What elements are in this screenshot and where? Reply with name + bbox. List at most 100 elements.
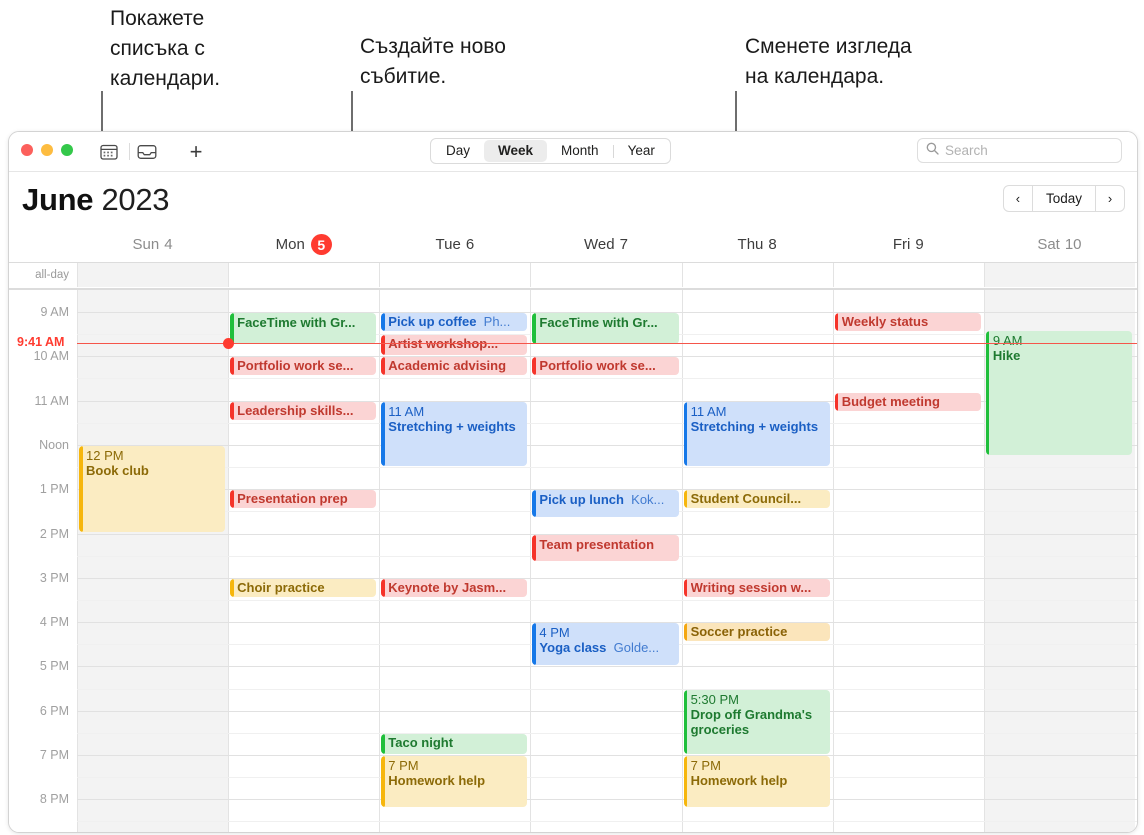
event-color-bar (381, 756, 385, 808)
search-icon (926, 142, 939, 160)
all-day-cell-sat[interactable] (983, 263, 1135, 287)
calendar-event[interactable]: FaceTime with Gr... (230, 313, 377, 345)
event-color-bar (532, 357, 536, 376)
close-window-button[interactable] (21, 144, 33, 156)
event-title: Stretching + weights (388, 418, 516, 434)
day-header-thu[interactable]: Thu 8 (682, 227, 833, 262)
day-column-fri[interactable] (832, 290, 984, 832)
event-color-bar (683, 689, 688, 754)
event-location: Ph... (476, 314, 511, 329)
calendar-event[interactable]: 11 AM Stretching + weights (683, 401, 830, 467)
calendar-event[interactable]: 11 AM Stretching + weights (381, 401, 528, 467)
calendar-event[interactable]: Budget meeting (834, 392, 981, 411)
calendar-event[interactable]: Portfolio work se... (532, 357, 679, 376)
calendar-event[interactable]: Artist workshop... (381, 335, 528, 356)
page-title: June 2023 (22, 182, 170, 218)
hour-label: 10 AM (33, 349, 69, 364)
calendar-event[interactable]: Choir practice (230, 578, 377, 597)
day-header-fri[interactable]: Fri 9 (833, 227, 984, 262)
all-day-cell-fri[interactable] (832, 263, 984, 287)
calendar-event[interactable]: 4 PM Yoga class Golde... (532, 623, 679, 666)
add-event-button[interactable]: + (184, 140, 208, 164)
event-color-bar (683, 490, 688, 509)
event-title: Presentation prep (237, 491, 348, 507)
minimize-window-button[interactable] (41, 144, 53, 156)
hour-label: 9 AM (40, 305, 70, 319)
view-tab-year[interactable]: Year (614, 140, 669, 162)
calendar-list-icon[interactable] (98, 141, 120, 162)
date-navigation: ‹ Today › (1002, 185, 1125, 212)
view-switcher[interactable]: Day Week Month Year (430, 138, 671, 164)
half-hour-gridline (77, 777, 1137, 779)
next-week-button[interactable]: › (1095, 185, 1125, 212)
all-day-cell-sun[interactable] (77, 263, 229, 287)
day-column-sun[interactable] (77, 290, 229, 832)
event-title: Hike (992, 347, 1021, 363)
day-header-name: Thu (737, 236, 764, 253)
calendar-event[interactable]: Keynote by Jasm... (381, 578, 528, 597)
toolbar-divider (129, 143, 130, 160)
day-header-number: 6 (465, 236, 475, 253)
calendar-event[interactable]: Pick up coffee Ph... (381, 313, 528, 331)
calendar-event[interactable]: Soccer practice (683, 623, 830, 642)
hour-gridline (77, 666, 1137, 668)
inbox-icon[interactable] (136, 141, 158, 162)
calendar-event[interactable]: 7 PM Homework help (683, 756, 830, 808)
event-color-bar (532, 623, 536, 666)
event-title: Yoga class Golde... (539, 640, 660, 656)
hour-label: 4 PM (39, 615, 69, 630)
day-header-number: 10 (1064, 236, 1082, 253)
event-color-bar (79, 445, 83, 533)
all-day-cell-mon[interactable] (228, 263, 379, 287)
day-header-name: Fri (892, 236, 911, 253)
calendar-event[interactable]: Taco night (381, 733, 528, 754)
view-tab-day[interactable]: Day (432, 140, 484, 162)
calendar-event[interactable]: FaceTime with Gr... (532, 313, 679, 345)
calendar-event[interactable]: 7 PM Homework help (381, 756, 528, 808)
hour-gridline (77, 799, 1137, 801)
search-field[interactable]: Search (917, 138, 1122, 163)
day-header-wed[interactable]: Wed 7 (530, 227, 681, 262)
calendar-event[interactable]: Academic advising (381, 357, 528, 376)
event-color-bar (683, 756, 688, 808)
event-title: Writing session w... (690, 579, 812, 595)
calendar-event[interactable]: Student Council... (683, 490, 830, 509)
calendar-event[interactable]: Presentation prep (230, 490, 377, 509)
hour-label: Noon (39, 437, 69, 452)
half-hour-gridline (77, 422, 1137, 424)
calendar-event[interactable]: Team presentation (532, 534, 679, 562)
view-tab-month[interactable]: Month (547, 140, 613, 162)
calendar-event[interactable]: 9 AM Hike (985, 330, 1132, 455)
hour-gridline (77, 755, 1137, 756)
calendar-event[interactable]: Portfolio work se... (230, 357, 377, 376)
calendar-event[interactable]: Pick up lunch Kok... (532, 490, 679, 517)
day-header-name: Sun (132, 236, 160, 253)
callout-change-calendar-view: Сменете изгледа на календара. (745, 35, 912, 88)
view-tab-week[interactable]: Week (484, 140, 548, 162)
calendar-event[interactable]: Leadership skills... (230, 401, 377, 420)
today-button[interactable]: Today (1032, 185, 1095, 212)
callout-show-calendar-list: Покажете списъка с календари. (110, 7, 221, 90)
day-header-sun[interactable]: Sun 4 (77, 227, 228, 262)
calendar-event[interactable]: 12 PM Book club (79, 445, 226, 533)
zoom-window-button[interactable] (61, 144, 73, 156)
all-day-cell-tue[interactable] (379, 263, 530, 287)
day-header-sat[interactable]: Sat 10 (984, 227, 1135, 262)
event-title: FaceTime with Gr... (539, 315, 658, 330)
all-day-cell-wed[interactable] (530, 263, 681, 287)
day-header-name: Wed (584, 236, 615, 253)
week-grid[interactable]: 9 AM 10 AM 11 AM Noon 1 PM 2 PM 3 PM 4 PM 5 PM 6 … (9, 290, 1137, 832)
day-header-tue[interactable]: Tue 6 (379, 227, 530, 262)
previous-week-button[interactable]: ‹ (1002, 185, 1033, 212)
all-day-cell-thu[interactable] (681, 263, 833, 287)
calendar-event[interactable]: Writing session w... (683, 578, 830, 597)
calendar-event[interactable]: 5:30 PM Drop off Grandma's groceries (683, 689, 830, 754)
window-toolbar: + Day Week Month Year Search (9, 132, 1137, 172)
event-title: Keynote by Jasm... (388, 579, 507, 595)
calendar-event[interactable]: Weekly status (834, 313, 981, 331)
day-header-mon[interactable]: Mon 5 (228, 227, 379, 262)
event-title: Pick up coffee Ph... (388, 314, 511, 329)
event-color-bar (230, 357, 234, 376)
event-title: Homework help (690, 773, 788, 788)
half-hour-gridline (77, 378, 1137, 380)
